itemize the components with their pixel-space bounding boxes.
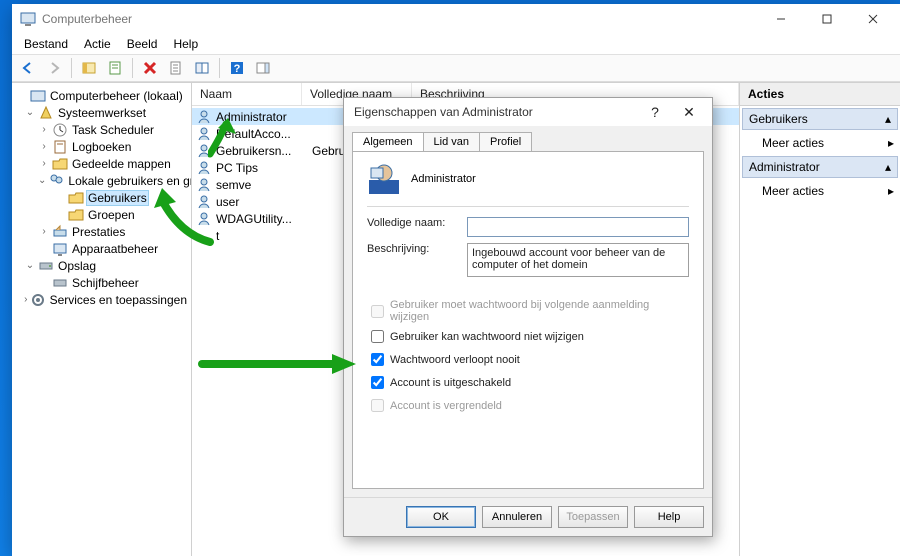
forward-button[interactable] <box>42 57 66 79</box>
tree-users[interactable]: Gebruikers <box>86 190 149 206</box>
chevron-right-icon: ▸ <box>888 184 894 198</box>
menu-help[interactable]: Help <box>167 35 204 53</box>
tree-storage[interactable]: Opslag <box>56 259 98 273</box>
dialog-title: Eigenschappen van Administrator <box>354 105 638 119</box>
more-actions-admin[interactable]: Meer acties▸ <box>740 180 900 202</box>
console-tree[interactable]: Computerbeheer (lokaal) ⌄Systeemwerkset … <box>12 83 192 556</box>
show-hide-tree-button[interactable] <box>77 57 101 79</box>
tree-devmgr[interactable]: Apparaatbeheer <box>70 242 160 256</box>
tree-systools[interactable]: Systeemwerkset <box>56 106 148 120</box>
toolbar: ? <box>12 54 900 82</box>
fullname-label: Volledige naam: <box>367 217 467 229</box>
actions-section-users[interactable]: Gebruikers▴ <box>742 108 898 130</box>
fullname-input[interactable] <box>467 217 689 237</box>
collapse-icon: ▴ <box>885 112 891 126</box>
dialog-close-button[interactable]: ✕ <box>672 104 706 121</box>
svg-text:?: ? <box>234 63 241 75</box>
ok-button[interactable]: OK <box>406 506 476 528</box>
help-button[interactable]: ? <box>225 57 249 79</box>
tree-root[interactable]: Computerbeheer (lokaal) <box>48 89 185 103</box>
menu-view[interactable]: Beeld <box>121 35 164 53</box>
back-button[interactable] <box>16 57 40 79</box>
col-name[interactable]: Naam <box>192 83 302 105</box>
more-actions-users[interactable]: Meer acties▸ <box>740 132 900 154</box>
actions-section-admin[interactable]: Administrator▴ <box>742 156 898 178</box>
dialog-body: Administrator Volledige naam: Beschrijvi… <box>352 151 704 489</box>
dialog-buttons: OK Annuleren Toepassen Help <box>344 497 712 536</box>
description-input[interactable]: Ingebouwd account voor beheer van de com… <box>467 243 689 277</box>
tree-services[interactable]: Services en toepassingen <box>48 293 189 307</box>
actions-header: Acties <box>740 83 900 106</box>
tree-tasksched[interactable]: Task Scheduler <box>70 123 156 137</box>
checkbox-never-expires[interactable]: Wachtwoord verloopt nooit <box>367 350 689 369</box>
dialog-help-button[interactable]: ? <box>638 104 672 120</box>
tab-memberof[interactable]: Lid van <box>423 132 480 151</box>
dialog-tabs: Algemeen Lid van Profiel <box>344 126 712 151</box>
properties-dialog: Eigenschappen van Administrator ? ✕ Alge… <box>343 97 713 537</box>
export-list-button[interactable] <box>164 57 188 79</box>
menubar: Bestand Actie Beeld Help <box>12 34 900 54</box>
tree-perf[interactable]: Prestaties <box>70 225 127 239</box>
tree-groups[interactable]: Groepen <box>86 208 137 222</box>
properties-button[interactable] <box>103 57 127 79</box>
minimize-button[interactable] <box>758 4 804 34</box>
tab-general[interactable]: Algemeen <box>352 132 424 151</box>
refresh-button[interactable] <box>190 57 214 79</box>
checkbox-disabled[interactable]: Account is uitgeschakeld <box>367 373 689 392</box>
tree-localusers[interactable]: Lokale gebruikers en gro… <box>66 174 192 188</box>
tree-diskmgmt[interactable]: Schijfbeheer <box>70 276 141 290</box>
menu-action[interactable]: Actie <box>78 35 117 53</box>
tab-profile[interactable]: Profiel <box>479 132 532 151</box>
actions-pane: Acties Gebruikers▴ Meer acties▸ Administ… <box>740 83 900 556</box>
user-icon <box>367 162 401 196</box>
delete-button[interactable] <box>138 57 162 79</box>
window-title: Computerbeheer <box>42 12 758 26</box>
username-label: Administrator <box>411 173 476 185</box>
titlebar: Computerbeheer <box>12 4 900 34</box>
menu-file[interactable]: Bestand <box>18 35 74 53</box>
collapse-icon: ▴ <box>885 160 891 174</box>
checkbox-must-change: Gebruiker moet wachtwoord bij volgende a… <box>367 299 689 323</box>
dialog-titlebar: Eigenschappen van Administrator ? ✕ <box>344 98 712 126</box>
checkbox-cannot-change[interactable]: Gebruiker kan wachtwoord niet wijzigen <box>367 327 689 346</box>
close-button[interactable] <box>850 4 896 34</box>
action-pane-button[interactable] <box>251 57 275 79</box>
cancel-button[interactable]: Annuleren <box>482 506 552 528</box>
tree-eventlogs[interactable]: Logboeken <box>70 140 133 154</box>
help-button[interactable]: Help <box>634 506 704 528</box>
chevron-right-icon: ▸ <box>888 136 894 150</box>
description-label: Beschrijving: <box>367 243 467 255</box>
app-icon <box>20 11 36 27</box>
tree-sharedfolders[interactable]: Gedeelde mappen <box>70 157 173 171</box>
maximize-button[interactable] <box>804 4 850 34</box>
checkbox-locked: Account is vergrendeld <box>367 396 689 415</box>
apply-button[interactable]: Toepassen <box>558 506 628 528</box>
